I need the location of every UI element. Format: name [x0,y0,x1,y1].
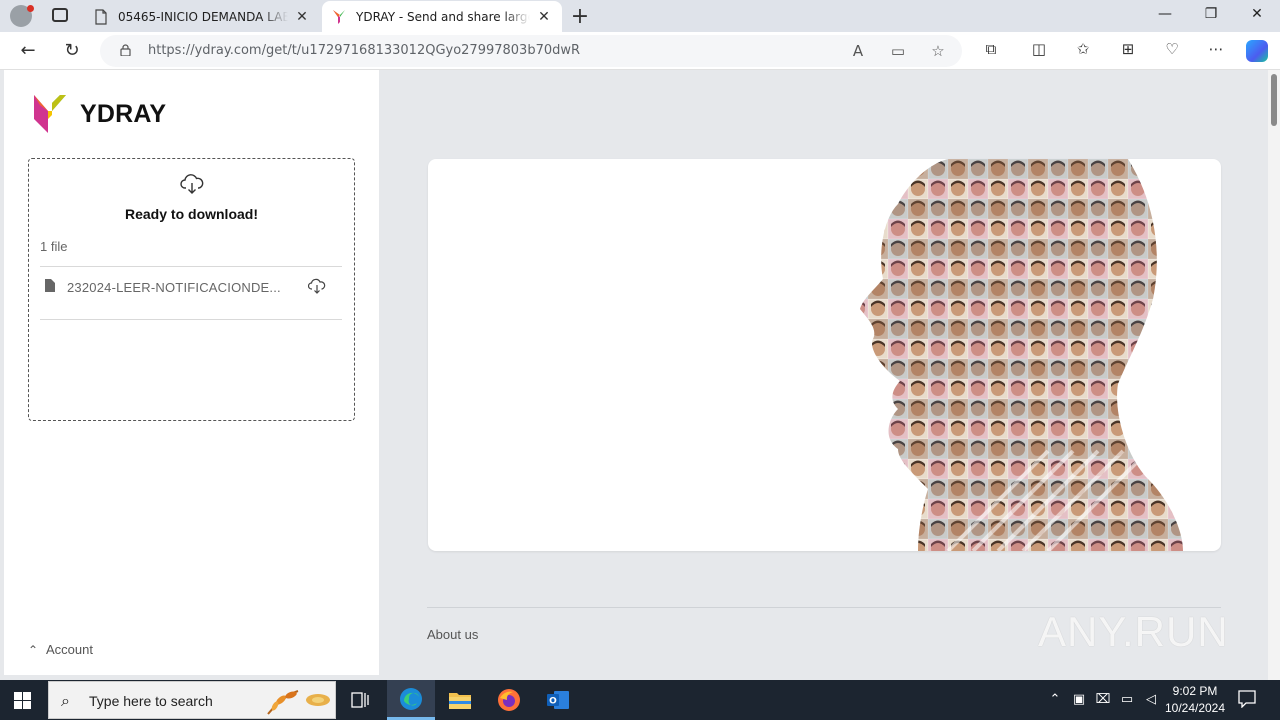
copilot-icon[interactable] [1246,40,1268,62]
minimize-button[interactable]: — [1150,6,1180,22]
restore-button[interactable]: ❐ [1196,6,1226,22]
network-icon[interactable]: ▭ [1117,692,1137,707]
svg-text:O: O [549,697,557,707]
file-icon [45,279,55,292]
lock-icon[interactable] [120,44,131,56]
scrollbar-thumb[interactable] [1271,74,1277,126]
tab-close-icon[interactable]: ✕ [536,9,552,25]
outlook-tray-icon[interactable]: ▣ [1069,692,1089,707]
notification-center-icon[interactable] [1238,690,1256,708]
extensions-icon[interactable]: ⧉ [980,40,1002,58]
favorite-star-icon[interactable]: ☆ [928,42,948,60]
file-explorer-icon[interactable] [436,680,484,720]
more-icon[interactable]: ⋯ [1205,40,1227,58]
profile-notification-dot [27,5,34,12]
page-scrollbar[interactable] [1268,70,1280,680]
chevron-up-icon: ⌃ [28,643,39,657]
cloud-download-icon[interactable] [180,173,204,195]
tab-actions-icon[interactable] [52,8,68,22]
close-window-button[interactable]: ✕ [1242,6,1272,22]
document-icon [95,8,107,25]
outlook-icon[interactable]: O [534,680,582,720]
account-toggle[interactable]: ⌃ Account [28,642,93,657]
faces-mosaic-head-image [860,159,1183,551]
clock-time: 9:02 PM [1172,684,1218,698]
search-icon: ⌕ [61,691,70,710]
file-row[interactable]: 232024-LEER-NOTIFICACIONDE... [40,267,342,307]
brand-name: YDRAY [80,100,167,128]
account-label: Account [46,642,93,657]
browser-toolbar: ← ↻ https://ydray.com/get/t/u17297168133… [0,32,1280,70]
favorites-icon[interactable]: ✩ [1072,40,1094,58]
download-panel: Ready to download! 1 file 232024-LEER-NO… [28,158,355,421]
edge-taskbar-icon[interactable] [387,680,435,720]
search-placeholder: Type here to search [89,693,213,709]
file-download-icon[interactable] [308,278,326,294]
immersive-reader-icon[interactable]: ▭ [888,42,908,60]
device-tray-icon[interactable]: ⌧ [1093,692,1113,707]
collections-icon[interactable]: ⊞ [1117,40,1139,58]
ready-heading: Ready to download! [125,206,258,222]
tab-close-icon[interactable]: ✕ [294,9,310,25]
divider [40,319,342,320]
tab-title: YDRAY - Send and share large and [356,9,530,24]
url-host: https://ydray.com [148,43,262,58]
ydray-favicon-icon [333,9,345,24]
page-content: YDRAY Ready to download! 1 file 232024-L… [0,70,1268,680]
read-aloud-icon[interactable]: A [848,42,868,60]
hero-banner [428,159,1221,551]
tab-inicio-demanda[interactable]: 05465-INICIO DEMANDA LABORAL ✕ [84,1,320,32]
taskbar-clock[interactable]: 9:02 PM 10/24/2024 [1160,683,1230,717]
url-path: /get/t/u17297168133012QGyo27997803b70dwR [261,43,581,58]
tab-ydray[interactable]: YDRAY - Send and share large and ✕ [322,1,562,32]
sidebar: YDRAY Ready to download! 1 file 232024-L… [4,70,379,675]
browser-essentials-icon[interactable]: ♡ [1161,40,1183,58]
firefox-icon[interactable] [485,680,533,720]
taskbar-search[interactable]: ⌕ Type here to search [48,681,336,719]
address-bar[interactable]: https://ydray.com/get/t/u17297168133012Q… [100,35,962,67]
search-highlight-leaves-icon [267,690,330,715]
back-icon[interactable]: ← [16,40,40,61]
url-text[interactable]: https://ydray.com/get/t/u17297168133012Q… [148,43,580,58]
file-count: 1 file [40,239,68,254]
clock-date: 10/24/2024 [1164,701,1226,715]
task-view-icon[interactable] [336,680,384,720]
refresh-icon[interactable]: ↻ [60,40,84,61]
tab-title: 05465-INICIO DEMANDA LABORAL [118,9,288,24]
anyrun-watermark: ANY.RUN [1038,608,1229,655]
windows-start-icon[interactable] [14,692,31,709]
volume-icon[interactable]: ◁ [1141,692,1161,707]
file-name[interactable]: 232024-LEER-NOTIFICACIONDE... [67,280,281,295]
show-hidden-icons-chevron-icon[interactable]: ⌃ [1045,692,1065,707]
about-us-link[interactable]: About us [427,627,478,642]
split-screen-icon[interactable]: ◫ [1028,40,1050,58]
ydray-logo [34,95,66,133]
tab-bar: 05465-INICIO DEMANDA LABORAL ✕ YDRAY - S… [0,0,1280,32]
new-tab-button[interactable]: + [568,4,592,29]
taskbar: ⌕ Type here to search O ⌃ ▣ ⌧ ▭ ◁ 9:02 P… [0,680,1280,720]
